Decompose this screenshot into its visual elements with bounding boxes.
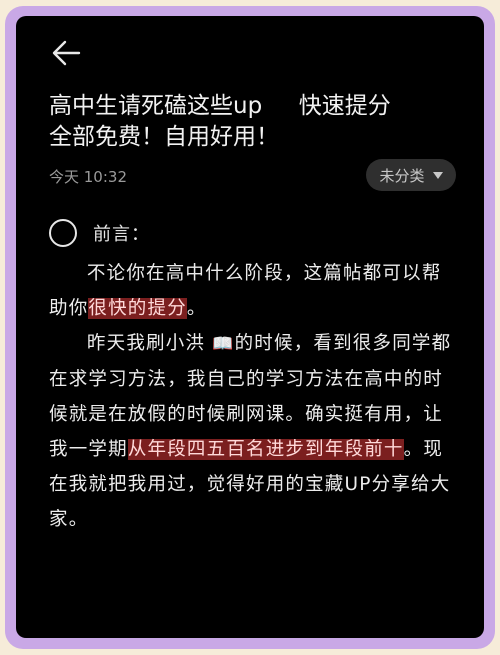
checklist-item: 前言： <box>49 219 150 247</box>
page-frame: 高中生请死磕这些up 快速提分 全部免费！自用好用！ 今天 10:32 未分类 … <box>0 0 500 655</box>
note-body[interactable]: 不论你在高中什么阶段，这篇帖都可以帮助你很快的提分。 昨天我刷小洪 📖的时候，看… <box>49 256 461 537</box>
category-label: 未分类 <box>379 166 425 185</box>
note-timestamp: 今天 10:32 <box>49 168 127 186</box>
preface-label: 前言： <box>93 224 150 245</box>
paragraph-2: 昨天我刷小洪 📖的时候，看到很多同学都在求学习方法，我自己的学习方法在高中的时候… <box>49 326 461 537</box>
phone-screen: 高中生请死磕这些up 快速提分 全部免费！自用好用！ 今天 10:32 未分类 … <box>16 16 484 638</box>
arrow-left-icon <box>52 40 81 66</box>
paragraph-1: 不论你在高中什么阶段，这篇帖都可以帮助你很快的提分。 <box>49 256 461 326</box>
back-button[interactable] <box>49 38 83 68</box>
book-emoji-icon: 📖 <box>212 334 235 354</box>
note-title: 高中生请死磕这些up 快速提分 全部免费！自用好用！ <box>49 93 391 150</box>
circle-checkbox-icon[interactable] <box>49 219 77 247</box>
category-dropdown[interactable]: 未分类 <box>366 159 456 191</box>
p1-text-b: 。 <box>186 298 207 319</box>
p2-text-a: 昨天我刷小洪 <box>86 333 206 354</box>
p2-highlight: 从年段四五百名进步到年段前十 <box>127 439 404 460</box>
triangle-down-icon <box>432 171 443 179</box>
p1-highlight: 很快的提分 <box>88 298 187 319</box>
